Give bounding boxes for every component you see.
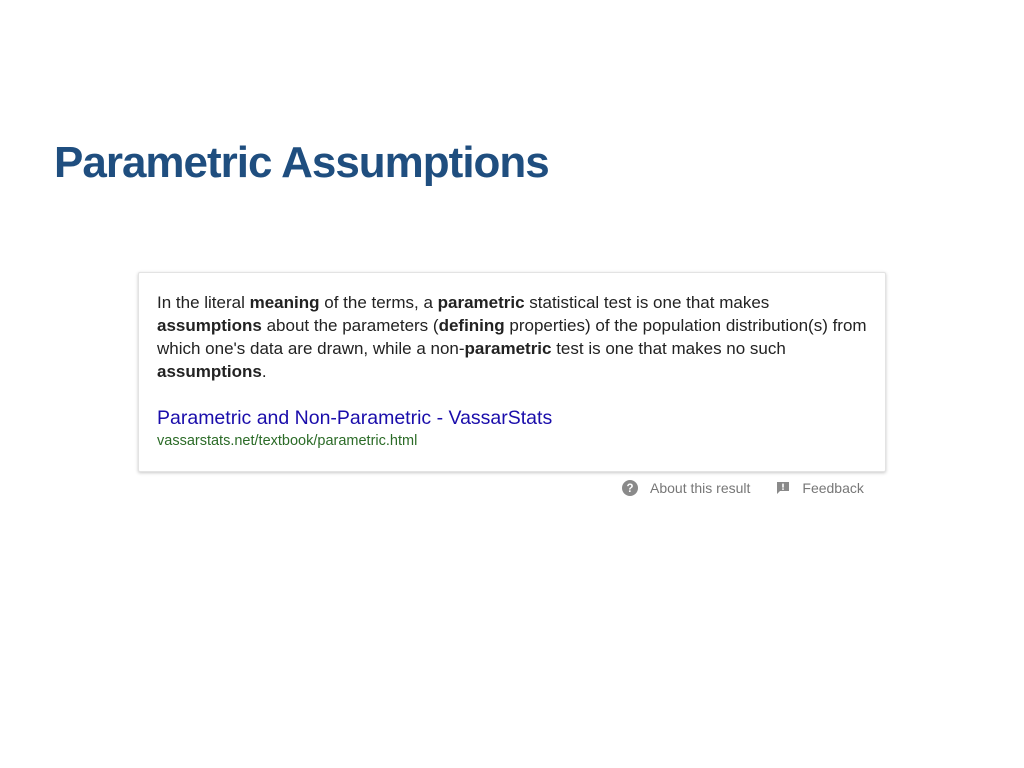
feedback-flag-icon — [777, 482, 790, 494]
snippet-segment: statistical test is one that makes — [524, 293, 770, 312]
about-this-result-button[interactable]: ? About this result — [622, 480, 750, 496]
snippet-segment: test is one that makes no such — [551, 339, 786, 358]
snippet-bold-term: meaning — [249, 293, 320, 312]
snippet-footer: ? About this result Feedback — [622, 479, 864, 497]
snippet-bold-term: assumptions — [157, 316, 262, 335]
snippet-bold-term: defining — [438, 316, 505, 335]
slide-title: Parametric Assumptions — [54, 138, 550, 187]
snippet-segment: of the terms, a — [319, 293, 438, 312]
featured-snippet-card: In the literal meaning of the terms, a p… — [138, 272, 886, 472]
snippet-segment: . — [261, 362, 267, 381]
snippet-bold-term: parametric — [464, 339, 552, 358]
snippet-bold-term: assumptions — [157, 362, 262, 381]
feedback-button[interactable]: Feedback — [776, 480, 864, 496]
about-this-result-label: About this result — [650, 480, 751, 496]
snippet-bold-term: parametric — [437, 293, 525, 312]
svg-text:?: ? — [626, 483, 633, 495]
snippet-segment: about the parameters ( — [261, 316, 439, 335]
feedback-label: Feedback — [802, 480, 864, 496]
question-circle-icon: ? — [622, 480, 638, 496]
result-title-link[interactable]: Parametric and Non-Parametric - VassarSt… — [157, 406, 552, 430]
result-url: vassarstats.net/textbook/parametric.html — [157, 433, 418, 449]
snippet-text: In the literal meaning of the terms, a p… — [157, 291, 867, 383]
snippet-segment: In the literal — [157, 293, 250, 312]
